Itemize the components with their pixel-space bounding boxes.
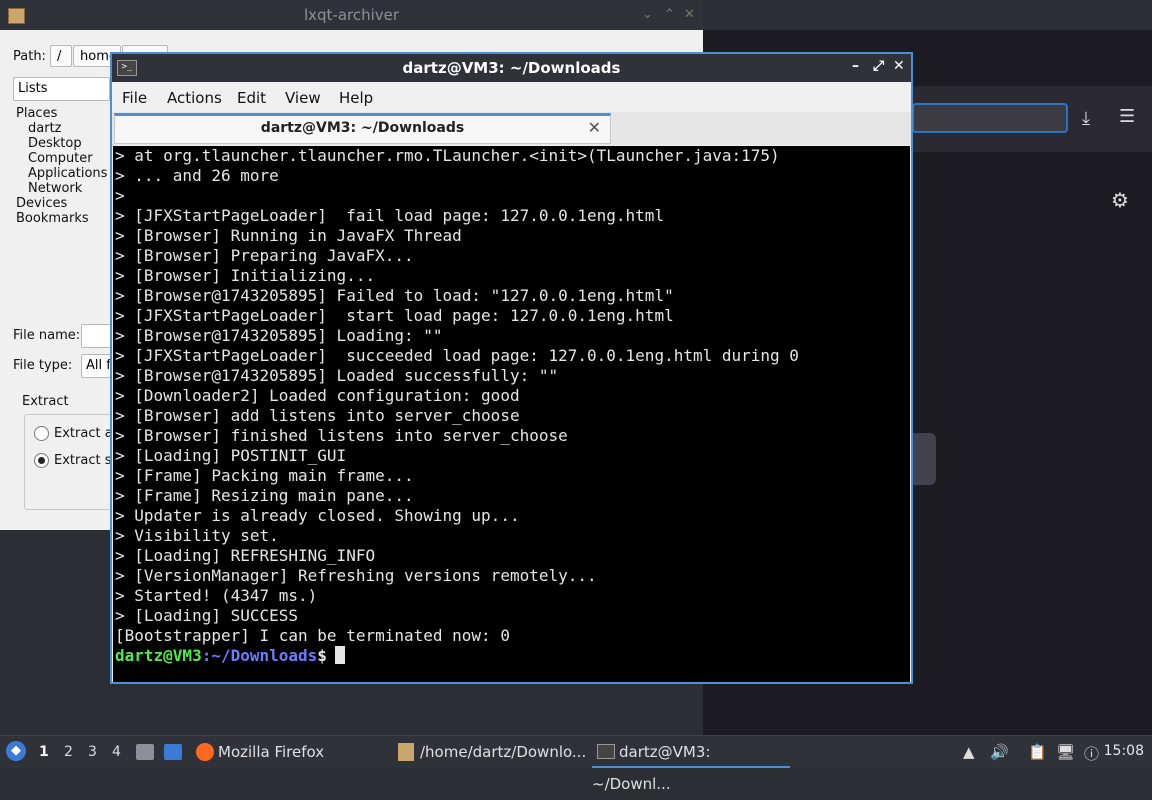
firefox-icon [196,743,214,761]
place-network[interactable]: Network [28,181,82,196]
file-name-label: File name: [13,328,81,343]
text-cursor [334,646,345,664]
terminal-output[interactable]: > at org.tlauncher.tlauncher.rmo.TLaunch… [113,146,910,682]
clock[interactable]: 15:08 [1104,743,1144,759]
close-icon[interactable]: ✕ [893,58,905,74]
desktop-2-button[interactable]: 2 [64,744,73,760]
terminal-line: > [Loading] SUCCESS [115,606,299,625]
terminal-tab-label: dartz@VM3: ~/Downloads [260,120,465,136]
app-menu-icon[interactable]: ◆ [6,741,26,761]
terminal-line: > [115,186,125,205]
network-icon[interactable]: 🖥 [1056,743,1075,761]
task-terminal[interactable]: dartz@VM3: ~/Downl... [592,736,790,793]
file-type-combo[interactable]: All f [81,354,111,378]
terminal-tab[interactable]: dartz@VM3: ~/Downloads ✕ [114,113,611,144]
desktop-1-button[interactable]: 1 [39,744,49,760]
archiver-titlebar[interactable]: lxqt-archiver ⌄ ⌃ ✕ [0,0,703,30]
gear-icon[interactable]: ⚙ [1111,188,1129,212]
terminal-line: > [Browser@1743205895] Loading: "" [115,326,443,345]
archive-icon [8,8,25,24]
hamburger-menu-icon[interactable]: ☰ [1119,106,1135,127]
prompt-symbol: $ [317,646,327,665]
terminal-line: > [Browser] Preparing JavaFX... [115,246,414,265]
url-bar[interactable] [912,103,1068,133]
place-applications[interactable]: Applications [28,166,107,181]
menu-view[interactable]: View [285,89,321,107]
file-name-input[interactable] [81,324,111,348]
close-icon[interactable]: ✕ [684,0,695,30]
maximize-icon[interactable]: ⤢ [873,58,884,74]
terminal-line: > [Browser] Initializing... [115,266,376,285]
extract-all-label[interactable]: Extract al [54,426,116,441]
desktop-4-button[interactable]: 4 [112,744,121,760]
extract-label: Extract [22,394,69,409]
terminal-line: > Started! (4347 ms.) [115,586,318,605]
terminal-line: > Visibility set. [115,526,279,545]
menu-actions[interactable]: Actions [167,89,222,107]
taskbar: ◆ 1 2 3 4 Mozilla Firefox /home/dartz/Do… [0,735,1152,793]
terminal-line: > [Frame] Resizing main pane... [115,486,414,505]
terminal-line: > [Browser] finished listens into server… [115,426,568,445]
terminal-titlebar[interactable]: >_ dartz@VM3: ~/Downloads – ⤢ ✕ [112,54,911,82]
terminal-menubar: File Actions Edit View Help [112,82,911,112]
archiver-title: lxqt-archiver [303,6,400,24]
terminal-prompt[interactable]: dartz@VM3:~/Downloads$ [115,646,345,666]
archive-icon [398,743,414,761]
place-dartz[interactable]: dartz [28,121,61,136]
tray-arrow-icon[interactable]: ▲ [963,743,975,761]
minimize-icon[interactable]: ⌄ [642,0,653,30]
path-label: Path: [13,49,46,64]
task-firefox[interactable]: Mozilla Firefox [218,736,324,768]
terminal-window: >_ dartz@VM3: ~/Downloads – ⤢ ✕ File Act… [110,52,913,684]
prompt-path: :~/Downloads [201,646,318,665]
maximize-icon[interactable]: ⌃ [664,0,675,30]
desktop-3-button[interactable]: 3 [88,744,97,760]
terminal-line: > [VersionManager] Refreshing versions r… [115,566,597,585]
file-type-label: File type: [13,358,73,373]
terminal-line: > Updater is already closed. Showing up.… [115,506,520,525]
extract-selected-radio[interactable] [34,453,49,468]
terminal-line: > [Browser] Running in JavaFX Thread [115,226,462,245]
tab-close-icon[interactable]: ✕ [588,118,601,137]
download-icon[interactable]: ⤓ [1082,108,1090,129]
prompt-user: dartz@VM3 [115,646,202,665]
devices-header[interactable]: Devices [16,196,67,211]
place-computer[interactable]: Computer [28,151,93,166]
bookmarks-header[interactable]: Bookmarks [16,211,89,226]
terminal-line: > [JFXStartPageLoader] start load page: … [115,306,674,325]
extract-all-radio[interactable] [34,426,49,441]
terminal-line: > [Browser] add listens into server_choo… [115,406,520,425]
minimize-icon[interactable]: – [852,58,859,74]
terminal-line: > [Downloader2] Loaded configuration: go… [115,386,520,405]
terminal-title: dartz@VM3: ~/Downloads [402,59,621,77]
terminal-line: > ... and 26 more [115,166,279,185]
places-header: Places [16,106,58,121]
menu-help[interactable]: Help [339,89,373,107]
terminal-tabbar: dartz@VM3: ~/Downloads ✕ [112,112,911,145]
terminal-line: > [JFXStartPageLoader] succeeded load pa… [115,346,799,365]
task-terminal-label: dartz@VM3: ~/Downl... [592,743,711,793]
terminal-lines: > at org.tlauncher.tlauncher.rmo.TLaunch… [115,146,799,646]
task-archiver[interactable]: /home/dartz/Downlo... [420,736,586,768]
menu-edit[interactable]: Edit [237,89,266,107]
file-manager-icon[interactable] [136,744,154,760]
terminal-line: > [Browser@1743205895] Loaded successful… [115,366,559,385]
volume-icon[interactable]: 🔊 [990,743,1009,761]
terminal-line: > at org.tlauncher.tlauncher.rmo.TLaunch… [115,146,780,165]
terminal-line: > [JFXStartPageLoader] fail load page: 1… [115,206,665,225]
place-desktop[interactable]: Desktop [28,136,82,151]
path-button-root[interactable]: / [50,45,72,67]
clipboard-icon[interactable]: 📋 [1028,743,1047,761]
terminal-line: > [Browser@1743205895] Failed to load: "… [115,286,674,305]
terminal-line: > [Loading] REFRESHING_INFO [115,546,376,565]
terminal-line: > [Frame] Packing main frame... [115,466,414,485]
menu-file[interactable]: File [122,89,147,107]
terminal-line: > [Loading] POSTINIT_GUI [115,446,347,465]
notification-icon[interactable]: ⓘ [1084,743,1099,764]
show-desktop-icon[interactable] [164,744,182,760]
terminal-line: [Bootstrapper] I can be terminated now: … [115,626,510,645]
view-combo[interactable]: Lists [13,77,110,101]
